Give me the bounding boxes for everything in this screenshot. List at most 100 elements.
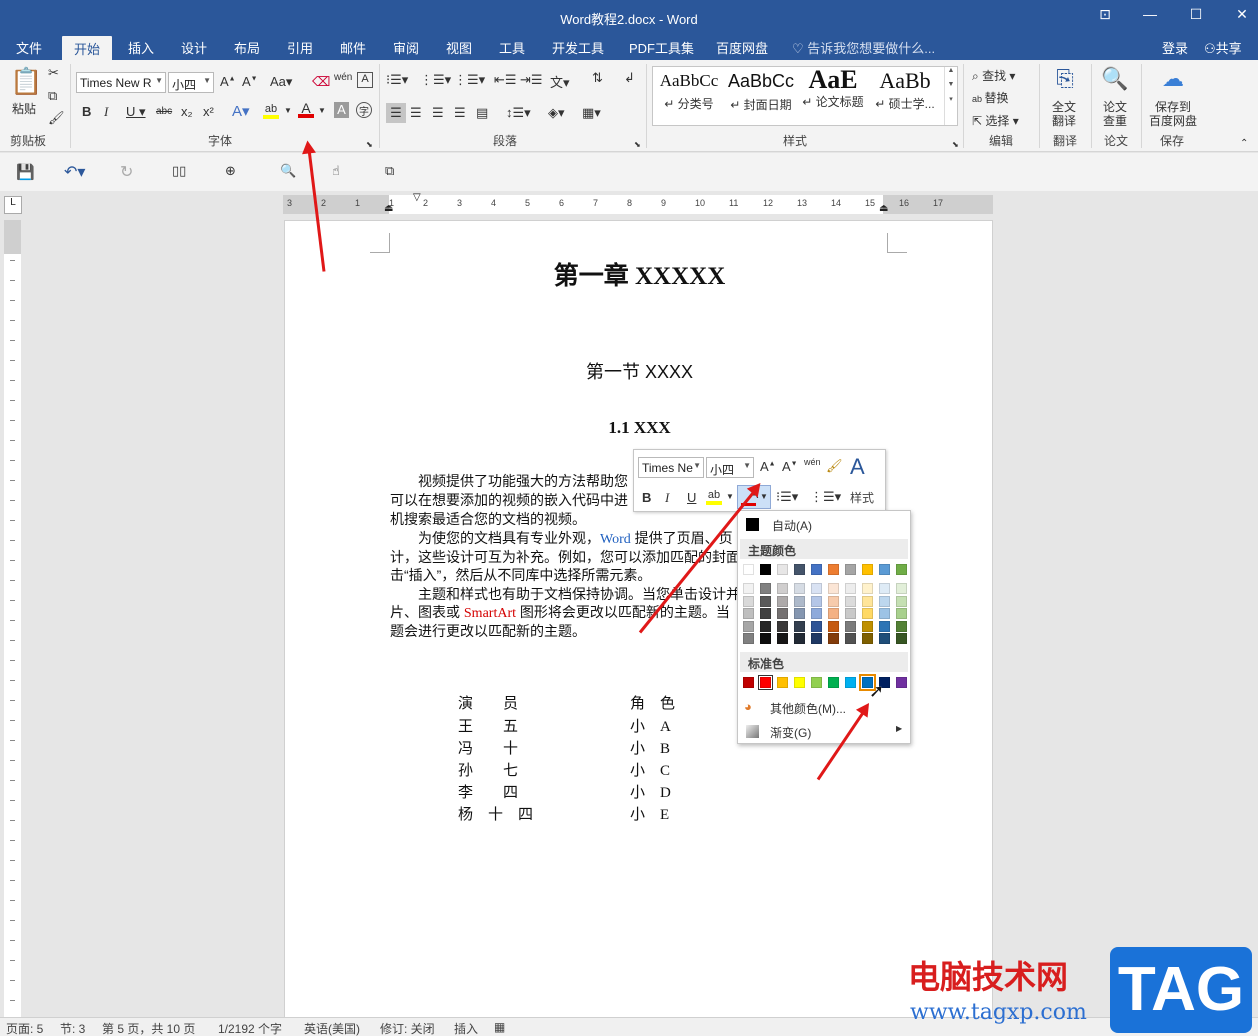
dialog-launcher-icon[interactable]: ⬊ — [634, 140, 641, 149]
select-button[interactable]: ⇱ 选择 ▾ — [972, 112, 1019, 129]
redo-icon[interactable]: ↻ — [120, 162, 133, 182]
vertical-ruler[interactable] — [4, 220, 21, 1020]
horizontal-ruler[interactable]: 3 2 1 1 2 3 4 5 6 7 8 9 10 11 12 13 14 15 16 17 ⏏ ▽ ⏏ — [283, 192, 993, 214]
para-line[interactable]: 击“插入”，然后从不同库中选择所需元素。 — [390, 565, 651, 585]
full-translate-icon[interactable]: ⎘ — [1050, 66, 1080, 92]
numbering-icon[interactable]: ⋮☰▾ — [810, 489, 841, 505]
tab-tools[interactable]: 工具 — [499, 38, 525, 57]
decrease-indent-icon[interactable]: ⇤☰ — [494, 72, 517, 88]
copy-icon[interactable]: ⧉ — [48, 88, 57, 104]
status-page[interactable]: 页面: 5 — [6, 1020, 43, 1036]
bold-icon[interactable]: B — [82, 104, 91, 119]
justify-icon[interactable]: ☰ — [454, 105, 466, 121]
style-item[interactable]: AaE ↵ 论文标题 — [797, 65, 869, 110]
standard-color-swatch[interactable] — [896, 677, 907, 688]
format-painter-icon[interactable]: 🖌 — [826, 458, 843, 474]
para-line[interactable]: 主题和样式也有助于文档保持协调。当您单击设计并 — [418, 584, 740, 604]
style-item[interactable]: AaBbCc ↵ 分类号 — [653, 71, 725, 112]
distributed-icon[interactable]: ▤ — [476, 105, 488, 121]
status-track-changes[interactable]: 修订: 关闭 — [380, 1020, 435, 1036]
paste-icon[interactable]: 📋 — [10, 66, 42, 97]
numbering-icon[interactable]: ⋮☰▾ — [420, 72, 451, 88]
bullets-icon[interactable]: ⁝☰▾ — [386, 72, 408, 88]
phonetic-guide-icon[interactable]: wén — [804, 457, 821, 467]
grow-font-icon[interactable]: A▲ — [760, 459, 776, 474]
gallery-scroll[interactable]: ▲ ▼ ▾ — [944, 67, 957, 125]
table-cell[interactable]: 杨 十 四 — [458, 803, 533, 824]
ribbon-display-icon[interactable]: ⊡ — [1090, 6, 1120, 23]
tab-baidu[interactable]: 百度网盘 — [716, 38, 768, 57]
baidu-cloud-icon[interactable]: ☁ — [1158, 66, 1188, 92]
undo-icon[interactable]: ↶▾ — [64, 162, 85, 182]
standard-color-swatch[interactable] — [845, 677, 856, 688]
paper-check-icon[interactable]: 🔍 — [1100, 66, 1130, 92]
table-cell[interactable]: 冯 十 — [458, 737, 518, 758]
table-cell[interactable]: 孙 七 — [458, 759, 518, 780]
tab-review[interactable]: 审阅 — [393, 38, 419, 57]
tab-design[interactable]: 设计 — [181, 38, 207, 57]
standard-color-swatch[interactable] — [743, 677, 754, 688]
save-icon[interactable]: 💾 — [16, 163, 35, 181]
asian-layout-icon[interactable]: 文▾ — [550, 72, 570, 91]
underline-icon[interactable]: U — [687, 490, 696, 505]
first-line-indent-icon[interactable]: ▽ — [413, 192, 421, 203]
touch-mode-icon[interactable]: ☝ — [332, 163, 340, 179]
dialog-launcher-icon[interactable]: ⬊ — [952, 140, 959, 149]
replace-button[interactable]: ab 替换 — [972, 89, 1009, 106]
subsection-heading[interactable]: 1.1 XXX — [285, 418, 994, 438]
tab-home[interactable]: 开始 — [62, 36, 113, 60]
table-cell[interactable]: 小 E — [630, 803, 669, 824]
font-color-icon[interactable]: A — [298, 100, 314, 118]
share-button[interactable]: ⚇共享 — [1204, 38, 1242, 57]
standard-color-swatch[interactable] — [794, 677, 805, 688]
tab-insert[interactable]: 插入 — [128, 38, 154, 57]
mini-font-combo[interactable]: Times Ne ▼ — [638, 457, 704, 478]
customize-icon[interactable]: ⧉ — [385, 163, 394, 179]
tab-layout[interactable]: 布局 — [234, 38, 260, 57]
table-cell[interactable]: 李 四 — [458, 781, 518, 802]
style-item[interactable]: AaBb ↵ 硕士学... — [869, 68, 941, 112]
phonetic-guide-icon[interactable]: wén — [334, 72, 352, 83]
close-button[interactable]: ✕ — [1227, 6, 1257, 23]
show-marks-icon[interactable]: ↲ — [624, 70, 635, 86]
para-line[interactable]: 计，这些设计可互为补充。例如，您可以添加匹配的封面 — [390, 547, 740, 567]
chevron-down-icon[interactable]: ▼ — [726, 492, 734, 501]
mini-size-combo[interactable]: 小四 ▼ — [706, 457, 754, 478]
right-indent-icon[interactable]: ⏏ — [879, 203, 888, 214]
align-right-icon[interactable]: ☰ — [432, 105, 444, 121]
web-layout-icon[interactable]: ⊕ — [225, 163, 236, 179]
superscript-icon[interactable]: x² — [203, 104, 214, 119]
status-pages[interactable]: 第 5 页，共 10 页 — [102, 1020, 195, 1036]
underline-icon[interactable]: U ▾ — [126, 104, 146, 120]
tell-me-box[interactable]: ♡ 告诉我您想要做什么... — [792, 38, 935, 57]
status-insert-mode[interactable]: 插入 — [454, 1020, 478, 1036]
standard-color-swatch[interactable] — [777, 677, 788, 688]
table-header[interactable]: 角 色 — [630, 692, 675, 713]
styles-gallery[interactable]: AaBbCc ↵ 分类号 AaBbCc ↵ 封面日期 AaE ↵ 论文标题 AaBb ↵… — [652, 65, 958, 126]
collapse-ribbon-icon[interactable]: ⌃ — [1240, 138, 1248, 149]
para-line[interactable]: 片、图表或 SmartArt 图形将会更改以匹配新的主题。当 — [390, 602, 730, 622]
align-center-icon[interactable]: ☰ — [410, 105, 422, 121]
gradient-item[interactable]: 渐变(G) ▶ — [740, 721, 908, 741]
font-name-combo[interactable]: Times New R ▼ — [76, 72, 166, 93]
read-mode-icon[interactable]: ▯▯ — [172, 163, 186, 179]
dialog-launcher-icon[interactable]: ⬊ — [366, 140, 373, 149]
table-cell[interactable]: 小 D — [630, 781, 671, 802]
tab-view[interactable]: 视图 — [446, 38, 472, 57]
increase-indent-icon[interactable]: ⇥☰ — [520, 72, 543, 88]
bullets-icon[interactable]: ⁝☰▾ — [776, 489, 798, 505]
tab-developer[interactable]: 开发工具 — [552, 38, 604, 57]
highlight-icon[interactable]: ab — [263, 100, 279, 119]
tab-file[interactable]: 文件 — [16, 38, 42, 57]
subscript-icon[interactable]: x₂ — [181, 104, 193, 119]
status-words[interactable]: 1/2192 个字 — [218, 1020, 282, 1036]
table-cell[interactable]: 小 C — [630, 759, 670, 780]
italic-icon[interactable]: I — [665, 490, 669, 506]
login-link[interactable]: 登录 — [1162, 38, 1188, 57]
table-cell[interactable]: 王 五 — [458, 715, 518, 736]
cut-icon[interactable]: ✂ — [48, 65, 59, 81]
full-translate-button[interactable]: 全文 翻译 — [1052, 100, 1076, 128]
paper-check-button[interactable]: 论文 查重 — [1103, 100, 1127, 128]
chapter-heading[interactable]: 第一章 XXXXX — [285, 256, 994, 292]
para-line[interactable]: 为使您的文档具有专业外观，Word 提供了页眉、页 — [418, 528, 733, 548]
